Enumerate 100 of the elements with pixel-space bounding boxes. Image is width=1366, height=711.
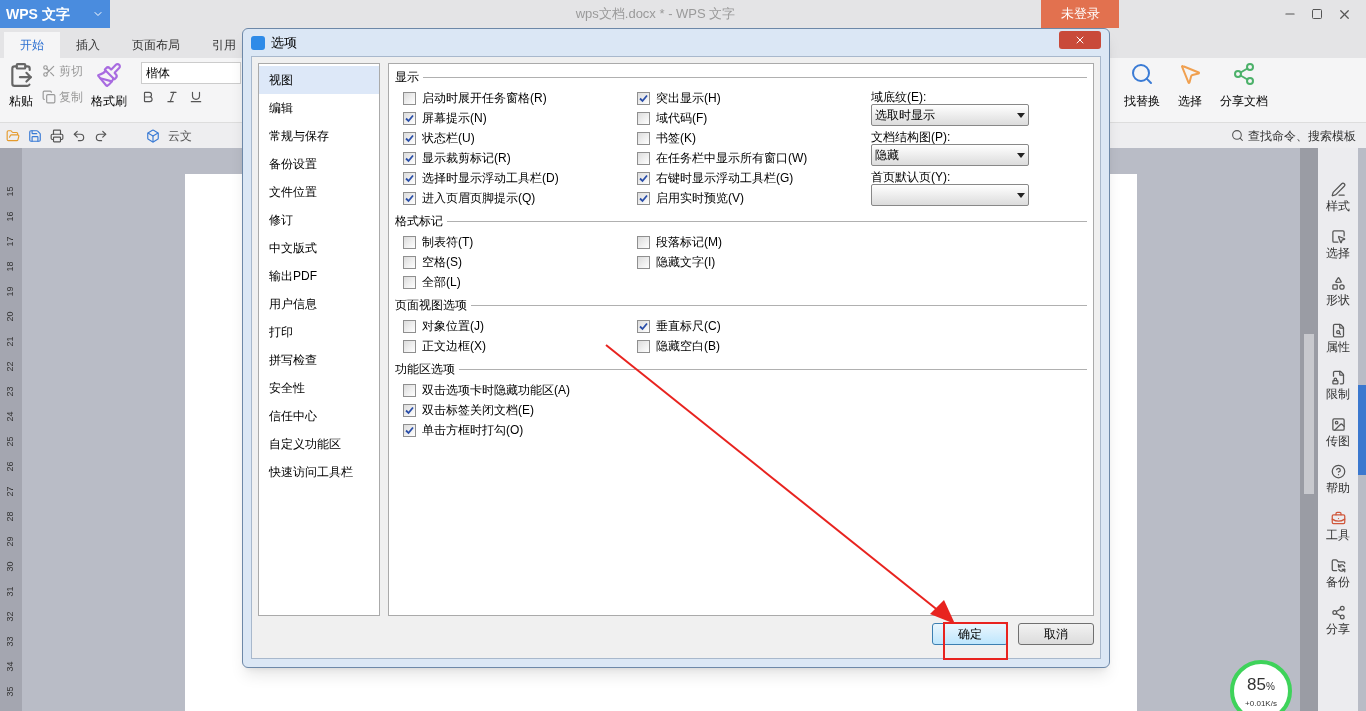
ribbon-tab[interactable]: 插入	[60, 32, 116, 58]
checkbox[interactable]	[637, 235, 650, 249]
save-icon[interactable]	[28, 128, 42, 143]
checkbox[interactable]	[637, 319, 650, 333]
folder-icon[interactable]	[6, 128, 20, 143]
checkbox[interactable]	[403, 171, 416, 185]
ruler-number: 20	[3, 311, 16, 322]
underline-icon[interactable]	[189, 90, 203, 104]
checkbox-label: 域代码(F)	[656, 110, 708, 127]
checkbox[interactable]	[403, 275, 416, 289]
checkbox[interactable]	[403, 319, 416, 333]
checkbox[interactable]	[403, 255, 416, 269]
checkbox[interactable]	[403, 423, 416, 437]
side-panel-item[interactable]: 传图	[1326, 417, 1350, 450]
find-replace-button[interactable]: 找替换	[1124, 92, 1160, 110]
checkbox[interactable]	[637, 339, 650, 353]
search-icon[interactable]	[1130, 62, 1154, 86]
category-item[interactable]: 备份设置	[259, 150, 379, 178]
brush-icon[interactable]	[96, 62, 122, 88]
cloud-document-button[interactable]: 云文	[168, 126, 192, 145]
checkbox[interactable]	[637, 171, 650, 185]
ruler-number: 19	[3, 286, 16, 297]
checkbox[interactable]	[637, 111, 650, 125]
checkbox[interactable]	[403, 403, 416, 417]
category-item[interactable]: 自定义功能区	[259, 430, 379, 458]
side-panel-item[interactable]: 工具	[1326, 511, 1350, 544]
command-search-field[interactable]: 查找命令、搜索模板	[1248, 126, 1356, 145]
panel-item-icon	[1330, 417, 1346, 432]
category-item[interactable]: 编辑	[259, 94, 379, 122]
category-item[interactable]: 视图	[259, 66, 379, 94]
font-field[interactable]: 楷体	[141, 62, 241, 84]
checkbox-label: 全部(L)	[422, 274, 461, 291]
checkbox[interactable]	[403, 151, 416, 165]
copy-icon[interactable]	[42, 90, 56, 104]
panel-toggle[interactable]	[1358, 384, 1366, 475]
pointer-icon[interactable]	[1178, 62, 1202, 86]
undo-icon[interactable]	[72, 128, 86, 143]
close-button[interactable]	[1059, 30, 1101, 49]
ribbon-tab[interactable]: 页面布局	[116, 32, 196, 58]
category-item[interactable]: 文件位置	[259, 178, 379, 206]
side-panel-item[interactable]: 分享	[1326, 605, 1350, 638]
ruler-number: 28	[3, 511, 16, 522]
italic-icon[interactable]	[165, 90, 179, 104]
dialog-title: 选项	[271, 33, 297, 52]
side-panel-item[interactable]: 帮助	[1326, 464, 1350, 497]
dropdown[interactable]	[871, 184, 1029, 206]
checkbox-label: 垂直标尺(C)	[656, 318, 721, 335]
side-panel-item[interactable]: 样式	[1326, 182, 1350, 215]
side-panel-item[interactable]: 备份	[1326, 558, 1350, 591]
checkbox[interactable]	[403, 339, 416, 353]
share-document-button[interactable]: 分享文档	[1220, 92, 1268, 110]
panel-item-icon	[1330, 605, 1346, 620]
checkbox[interactable]	[637, 191, 650, 205]
category-item[interactable]: 拼写检查	[259, 346, 379, 374]
checkbox[interactable]	[403, 111, 416, 125]
dropdown[interactable]: 选取时显示	[871, 104, 1029, 126]
share-icon[interactable]	[1232, 62, 1256, 86]
side-panel-item[interactable]: 选择	[1326, 229, 1350, 262]
dropdown[interactable]: 隐藏	[871, 144, 1029, 166]
cancel-button[interactable]: 取消	[1018, 623, 1094, 645]
ruler-number: 23	[3, 386, 16, 397]
checkbox[interactable]	[637, 151, 650, 165]
category-item[interactable]: 快速访问工具栏	[259, 458, 379, 486]
scrollbar[interactable]	[1300, 148, 1318, 711]
category-item[interactable]: 修订	[259, 206, 379, 234]
checkbox[interactable]	[403, 91, 416, 105]
side-panel-item[interactable]: 限制	[1326, 370, 1350, 403]
category-item[interactable]: 信任中心	[259, 402, 379, 430]
search-icon[interactable]	[1231, 129, 1244, 142]
checkbox[interactable]	[403, 131, 416, 145]
checkbox[interactable]	[403, 383, 416, 397]
side-panel-item[interactable]: 属性	[1326, 323, 1350, 356]
paste-button[interactable]: 粘贴	[9, 92, 33, 110]
checkbox[interactable]	[403, 191, 416, 205]
paste-icon[interactable]	[8, 62, 34, 88]
maximize-icon[interactable]	[1311, 8, 1323, 20]
category-item[interactable]: 打印	[259, 318, 379, 346]
printer-icon[interactable]	[50, 128, 64, 143]
checkbox[interactable]	[637, 131, 650, 145]
category-item[interactable]: 输出PDF	[259, 262, 379, 290]
cube-icon[interactable]	[146, 128, 160, 143]
ruler-number: 29	[3, 536, 16, 547]
redo-icon[interactable]	[94, 128, 108, 143]
bold-icon[interactable]	[141, 90, 155, 104]
ruler-number: 24	[3, 411, 16, 422]
select-button[interactable]: 选择	[1178, 92, 1202, 110]
ribbon-tab[interactable]: 开始	[4, 32, 60, 58]
checkbox[interactable]	[403, 235, 416, 249]
checkbox-label: 隐藏文字(I)	[656, 254, 716, 271]
checkbox[interactable]	[637, 255, 650, 269]
category-item[interactable]: 用户信息	[259, 290, 379, 318]
format-painter-button[interactable]: 格式刷	[91, 92, 127, 110]
side-panel-item[interactable]: 形状	[1326, 276, 1350, 309]
scissors-icon[interactable]	[42, 64, 56, 78]
category-item[interactable]: 安全性	[259, 374, 379, 402]
category-item[interactable]: 中文版式	[259, 234, 379, 262]
checkbox[interactable]	[637, 91, 650, 105]
checkbox-label: 在任务栏中显示所有窗口(W)	[656, 150, 808, 167]
category-item[interactable]: 常规与保存	[259, 122, 379, 150]
checkbox-label: 单击方框时打勾(O)	[422, 422, 524, 439]
